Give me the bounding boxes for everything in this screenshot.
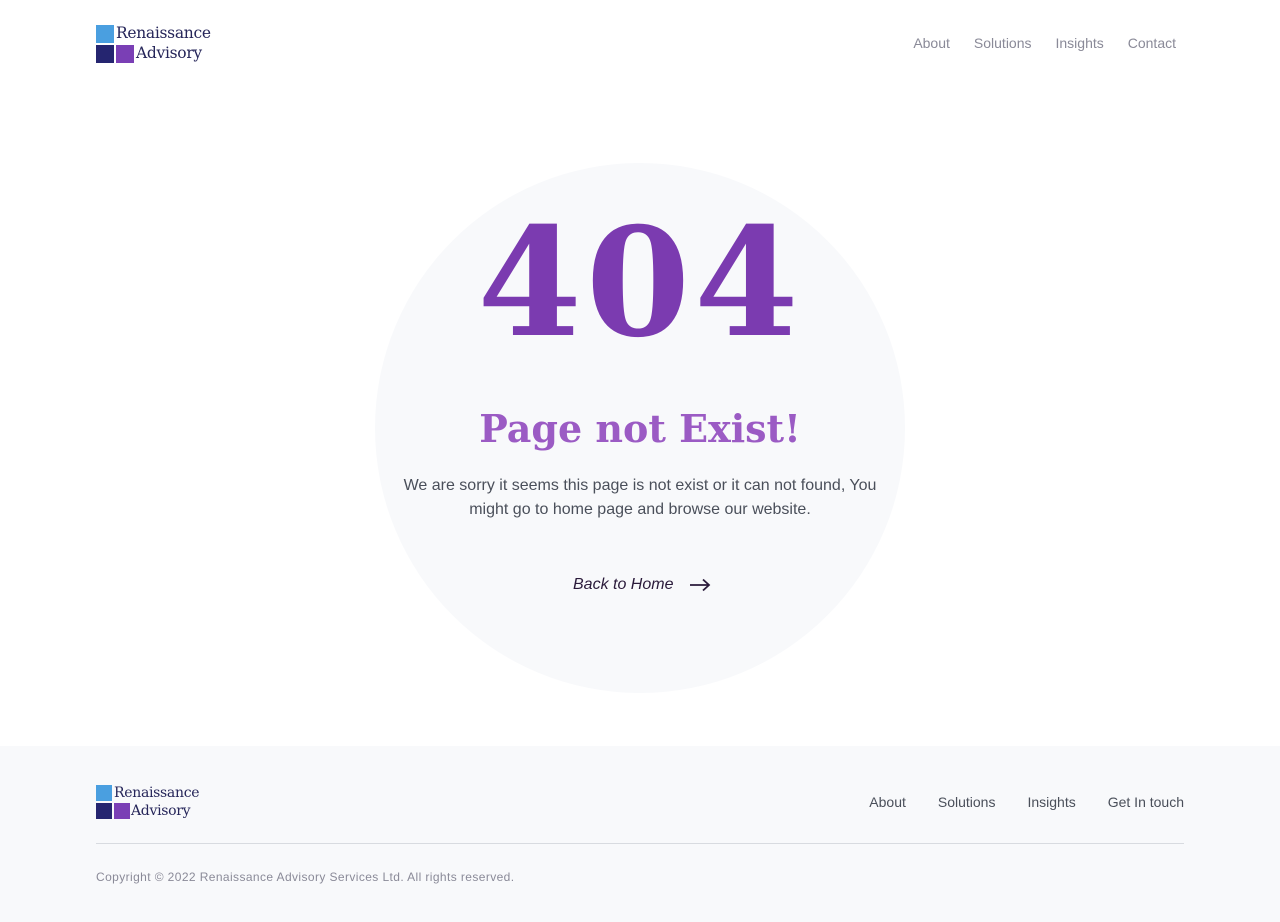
footer-link-solutions[interactable]: Solutions [938,794,996,810]
site-footer: Renaissance Advisory About Solutions Ins… [0,746,1280,922]
nav-link-about[interactable]: About [913,35,950,51]
footer-link-insights[interactable]: Insights [1027,794,1075,810]
logo-square-navy [96,803,112,819]
logo-text-line1: Renaissance [116,24,211,42]
logo-square-purple [114,803,130,819]
error-title: Page not Exist! [479,406,801,451]
back-to-home-label: Back to Home [573,576,674,593]
logo-square-light-blue [96,785,112,801]
site-header: Renaissance Advisory About Solutions Ins… [0,0,1280,90]
logo-square-purple [116,45,134,63]
error-description: We are sorry it seems this page is not e… [403,477,877,518]
nav-link-insights[interactable]: Insights [1056,35,1104,51]
footer-nav: About Solutions Insights Get In touch [869,794,1184,810]
error-code: 404 [477,195,803,371]
footer-divider [96,843,1184,844]
arrow-right-icon [690,578,711,592]
main-nav: About Solutions Insights Contact [913,35,1176,51]
back-to-home-link[interactable]: Back to Home [573,576,711,594]
brand-logo[interactable]: Renaissance Advisory [96,25,216,65]
logo-text-line1: Renaissance [114,785,200,801]
logo-square-navy [96,45,114,63]
logo-square-light-blue [96,25,114,43]
copyright-text: Copyright © 2022 Renaissance Advisory Se… [96,870,515,884]
footer-brand-logo[interactable]: Renaissance Advisory [96,785,206,821]
nav-link-solutions[interactable]: Solutions [974,35,1032,51]
footer-link-about[interactable]: About [869,794,906,810]
footer-link-get-in-touch[interactable]: Get In touch [1108,794,1184,810]
nav-link-contact[interactable]: Contact [1128,35,1176,51]
logo-text-line2: Advisory [131,803,191,819]
logo-text-line2: Advisory [136,44,202,62]
